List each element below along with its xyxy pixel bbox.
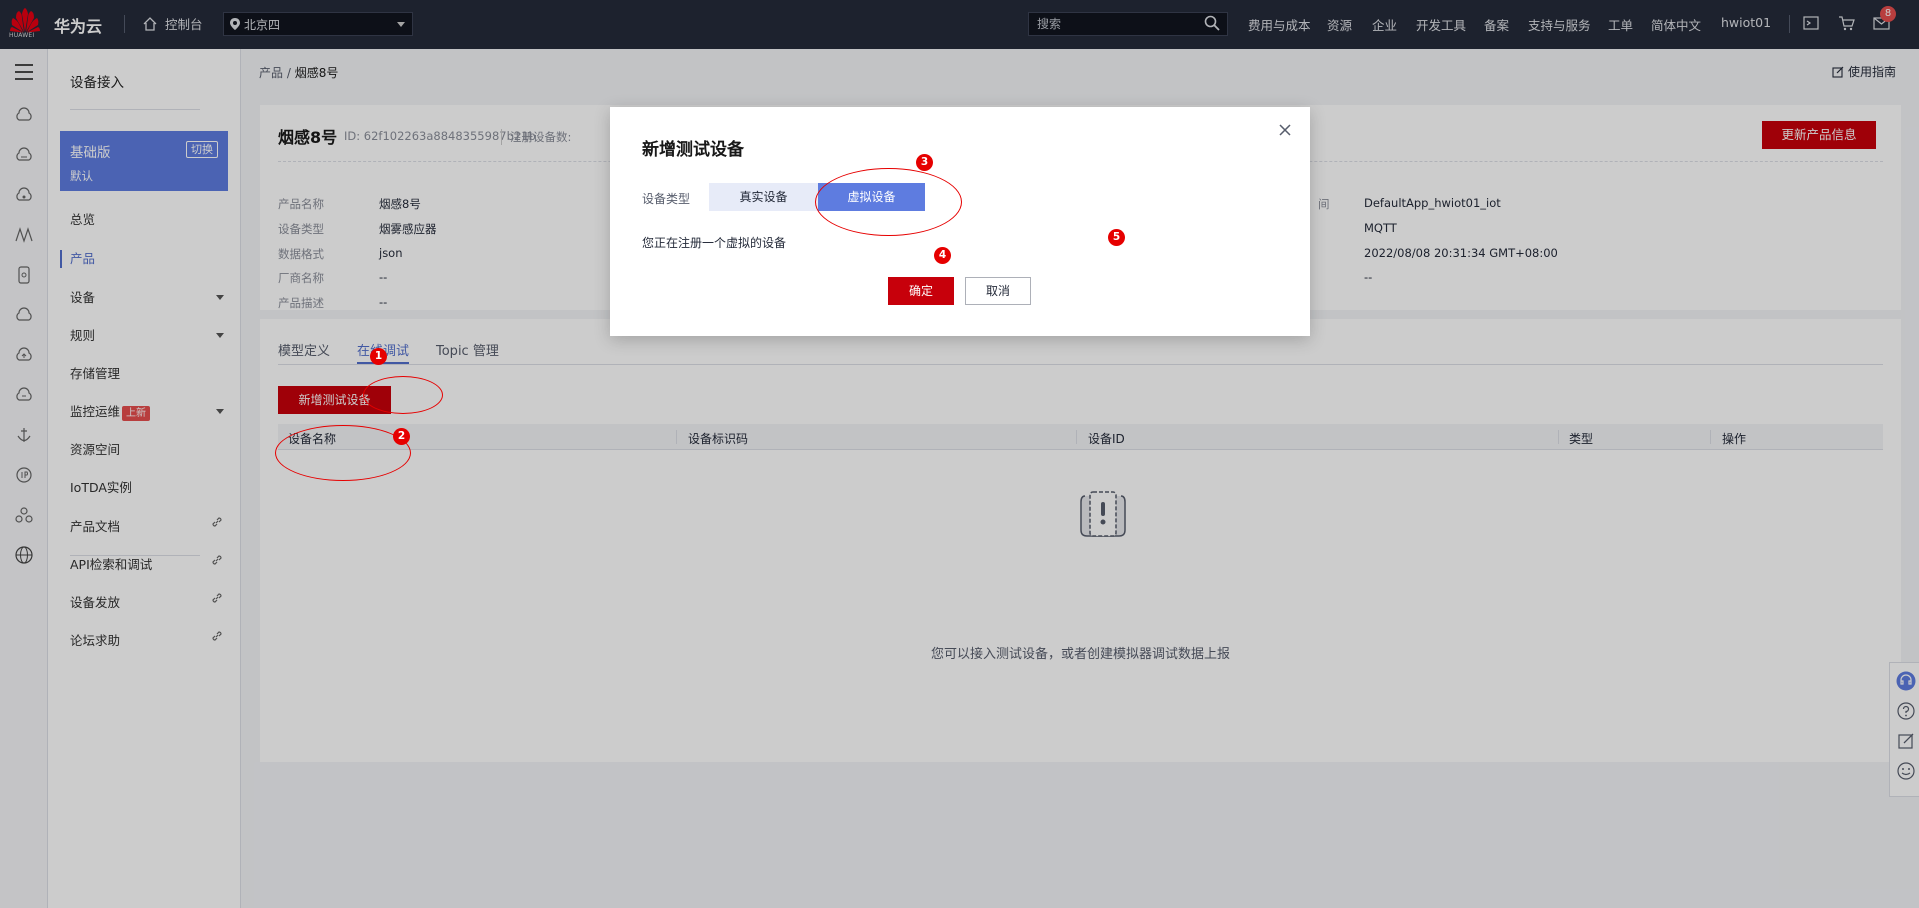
cancel-button[interactable]: 取消 [965,277,1031,305]
annotation-ring [815,168,962,236]
close-icon[interactable] [1278,123,1292,137]
annotation-number: 5 [1108,229,1125,246]
annotation-ring [275,425,411,481]
confirm-button[interactable]: 确定 [888,277,954,305]
annotation-number: 3 [916,154,933,171]
add-test-device-dialog: 新增测试设备 设备类型 真实设备 虚拟设备 您正在注册一个虚拟的设备 确定 取消 [610,107,1310,336]
dialog-title: 新增测试设备 [642,140,744,160]
annotation-ring [363,376,443,414]
annotation-number: 4 [934,247,951,264]
annotation-number: 2 [393,428,410,445]
registration-hint: 您正在注册一个虚拟的设备 [642,236,787,250]
annotation-number: 1 [370,348,387,365]
device-type-label: 设备类型 [642,192,691,206]
real-device-option[interactable]: 真实设备 [709,183,818,211]
